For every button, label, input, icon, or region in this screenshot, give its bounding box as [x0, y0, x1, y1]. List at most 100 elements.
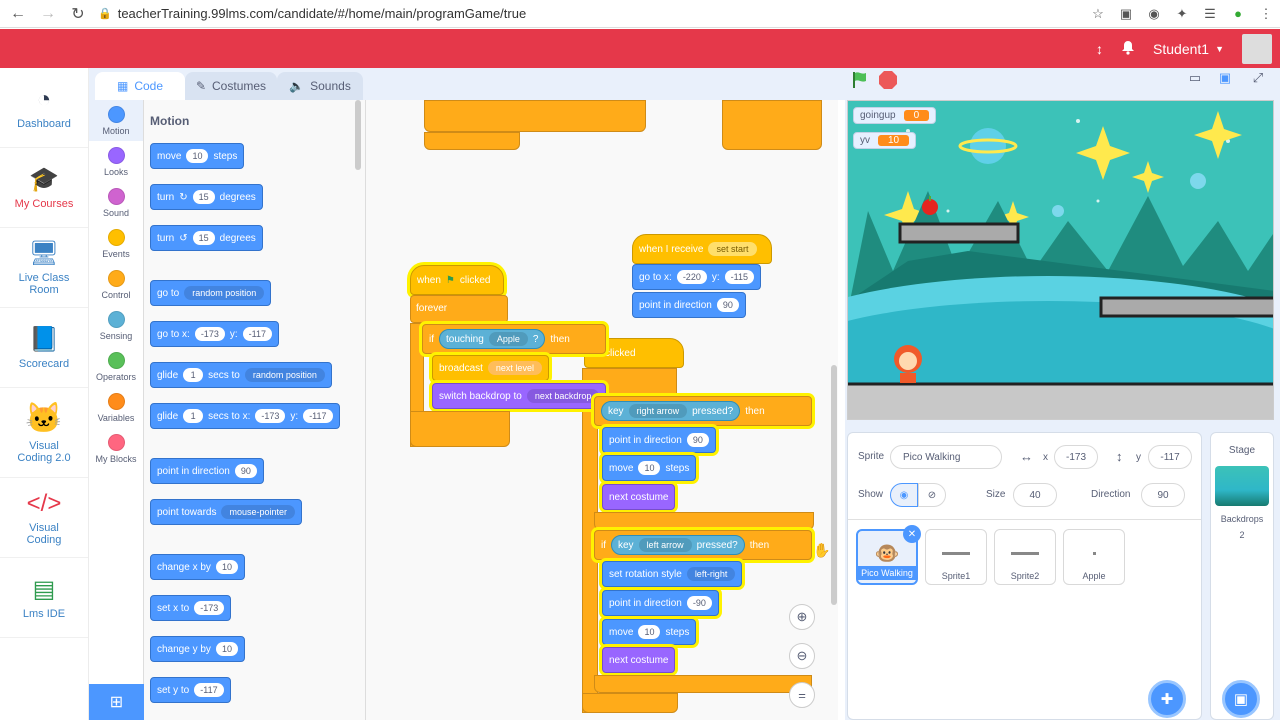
sprite-tile-sprite2[interactable]: Sprite2	[994, 529, 1056, 585]
zoom-in-button[interactable]: ⊕	[789, 604, 815, 630]
x-input[interactable]: -173	[1054, 445, 1098, 469]
next-costume-block[interactable]: next costume	[602, 484, 676, 510]
change-y-block[interactable]: change y by 10	[150, 636, 245, 662]
point-towards-block[interactable]: point towards mouse-pointer	[150, 499, 303, 525]
value-input[interactable]: 10	[215, 642, 238, 656]
tab-code[interactable]: ▦ Code	[95, 72, 185, 100]
extension-icon[interactable]: ▣	[1116, 4, 1136, 24]
tab-costumes[interactable]: ✎ Costumes	[185, 72, 277, 100]
direction-input[interactable]: -90	[686, 596, 712, 610]
target-dropdown[interactable]: random position	[244, 368, 325, 382]
y-input[interactable]: -117	[1148, 445, 1192, 469]
rotation-dropdown[interactable]: left-right	[686, 567, 736, 581]
steps-input[interactable]: 10	[638, 461, 661, 475]
turn-left-block[interactable]: turn ↺ 15 degrees	[150, 225, 263, 251]
touching-block[interactable]: touching Apple ?	[439, 329, 546, 349]
sprite-name-input[interactable]: Pico Walking	[890, 445, 1002, 469]
script-area[interactable]: when I receive set start go to x: -220 y…	[366, 100, 838, 720]
nav-lms-ide[interactable]: ▤ Lms IDE	[0, 558, 88, 638]
category-sound[interactable]: Sound	[89, 182, 143, 223]
move-block[interactable]: move 10 steps	[602, 455, 697, 481]
script-scrollbar[interactable]	[831, 365, 837, 605]
address-bar[interactable]: 🔒 teacherTraining.99lms.com/candidate/#/…	[98, 6, 1084, 21]
x-input[interactable]: -173	[255, 409, 286, 423]
degrees-input[interactable]: 15	[192, 231, 215, 245]
glide-to-xy-block[interactable]: glide 1 secs to x: -173 y: -117	[150, 403, 340, 429]
extension-icon[interactable]: ◉	[1144, 4, 1164, 24]
category-sensing[interactable]: Sensing	[89, 305, 143, 346]
direction-input[interactable]: 90	[716, 298, 739, 312]
category-events[interactable]: Events	[89, 223, 143, 264]
nav-scorecard[interactable]: 📘 Scorecard	[0, 308, 88, 388]
steps-input[interactable]: 10	[638, 625, 661, 639]
point-in-direction-block[interactable]: point in direction -90	[602, 590, 719, 616]
star-icon[interactable]: ☆	[1088, 4, 1108, 24]
category-operators[interactable]: Operators	[89, 346, 143, 387]
nav-dashboard[interactable]: ◔ Dashboard	[0, 68, 88, 148]
secs-input[interactable]: 1	[183, 409, 204, 423]
if-touching-block[interactable]: if touching Apple ? then	[422, 324, 606, 354]
y-input[interactable]: -115	[724, 270, 754, 284]
point-in-direction-block[interactable]: point in direction 90	[150, 458, 264, 484]
point-in-direction-block[interactable]: point in direction 90	[602, 427, 716, 453]
show-hidden-button[interactable]: ⊘	[918, 483, 946, 507]
if-block-bottom[interactable]	[594, 512, 814, 530]
change-x-block[interactable]: change x by 10	[150, 554, 245, 580]
target-dropdown[interactable]: mouse-pointer	[221, 505, 296, 519]
control-block-bottom[interactable]	[722, 100, 822, 150]
palette-scrollbar[interactable]	[355, 100, 361, 170]
forward-icon[interactable]: →	[36, 2, 60, 26]
x-input[interactable]: -220	[676, 270, 707, 284]
value-input[interactable]: -117	[194, 683, 224, 697]
when-i-receive-block[interactable]: when I receive set start	[632, 234, 772, 264]
stage-canvas[interactable]: goingup 0 yv 10	[847, 100, 1274, 420]
next-costume-block[interactable]: next costume	[602, 647, 676, 673]
fullscreen-button[interactable]: ⤢	[1247, 70, 1269, 92]
direction-input[interactable]: 90	[686, 433, 709, 447]
set-y-block[interactable]: set y to -117	[150, 677, 231, 703]
message-dropdown[interactable]: next level	[487, 361, 542, 375]
category-looks[interactable]: Looks	[89, 141, 143, 182]
object-dropdown[interactable]: Apple	[488, 332, 528, 346]
if-key-left-block[interactable]: if key left arrow pressed? then	[594, 530, 812, 560]
key-dropdown[interactable]: right arrow	[628, 404, 688, 418]
key-dropdown[interactable]: left arrow	[638, 538, 692, 552]
category-variables[interactable]: Variables	[89, 387, 143, 428]
reload-icon[interactable]: ↻	[66, 2, 90, 26]
steps-input[interactable]: 10	[186, 149, 209, 163]
forever-block-bottom[interactable]	[582, 693, 678, 713]
bell-icon[interactable]	[1121, 40, 1135, 58]
value-input[interactable]: 10	[215, 560, 238, 574]
message-dropdown[interactable]: set start	[708, 242, 757, 256]
if-key-right-block[interactable]: key right arrow pressed? then	[594, 396, 812, 426]
switch-backdrop-block[interactable]: switch backdrop to next backdrop	[432, 383, 607, 409]
turn-right-block[interactable]: turn ↻ 15 degrees	[150, 184, 263, 210]
x-input[interactable]: -173	[194, 327, 225, 341]
go-to-block[interactable]: go to random position	[150, 280, 272, 306]
zoom-reset-button[interactable]: =	[789, 682, 815, 708]
add-sprite-button[interactable]: ✚	[1148, 680, 1186, 718]
if-block-bottom[interactable]	[410, 411, 510, 447]
category-my-blocks[interactable]: My Blocks	[89, 428, 143, 469]
key-pressed-block[interactable]: key right arrow pressed?	[601, 401, 741, 421]
add-extension-button[interactable]: ⊞	[89, 684, 144, 720]
nav-my-courses[interactable]: 🎓 My Courses	[0, 148, 88, 228]
extension-icon[interactable]: ●	[1228, 4, 1248, 24]
secs-input[interactable]: 1	[183, 368, 204, 382]
backdrop-dropdown[interactable]: next backdrop	[526, 389, 600, 403]
degrees-input[interactable]: 15	[192, 190, 215, 204]
set-rotation-style-block[interactable]: set rotation style left-right	[602, 561, 743, 587]
when-flag-clicked-block[interactable]: when ⚑ clicked	[410, 265, 504, 295]
green-flag-button[interactable]	[850, 70, 872, 92]
small-stage-button[interactable]: ▭	[1184, 70, 1206, 92]
nav-visual-coding-2[interactable]: 🐱 Visual Coding 2.0	[0, 388, 88, 478]
list-icon[interactable]: ☰	[1200, 4, 1220, 24]
move-block[interactable]: move 10 steps	[602, 619, 697, 645]
menu-icon[interactable]: ⋮	[1256, 4, 1276, 24]
move-block[interactable]: move 10 steps	[150, 143, 245, 169]
broadcast-block[interactable]: broadcast next level	[432, 355, 549, 381]
value-input[interactable]: -173	[194, 601, 225, 615]
user-menu[interactable]: Student1 ▼	[1153, 41, 1224, 57]
sprite-tile-sprite1[interactable]: Sprite1	[925, 529, 987, 585]
target-dropdown[interactable]: random position	[184, 286, 265, 300]
